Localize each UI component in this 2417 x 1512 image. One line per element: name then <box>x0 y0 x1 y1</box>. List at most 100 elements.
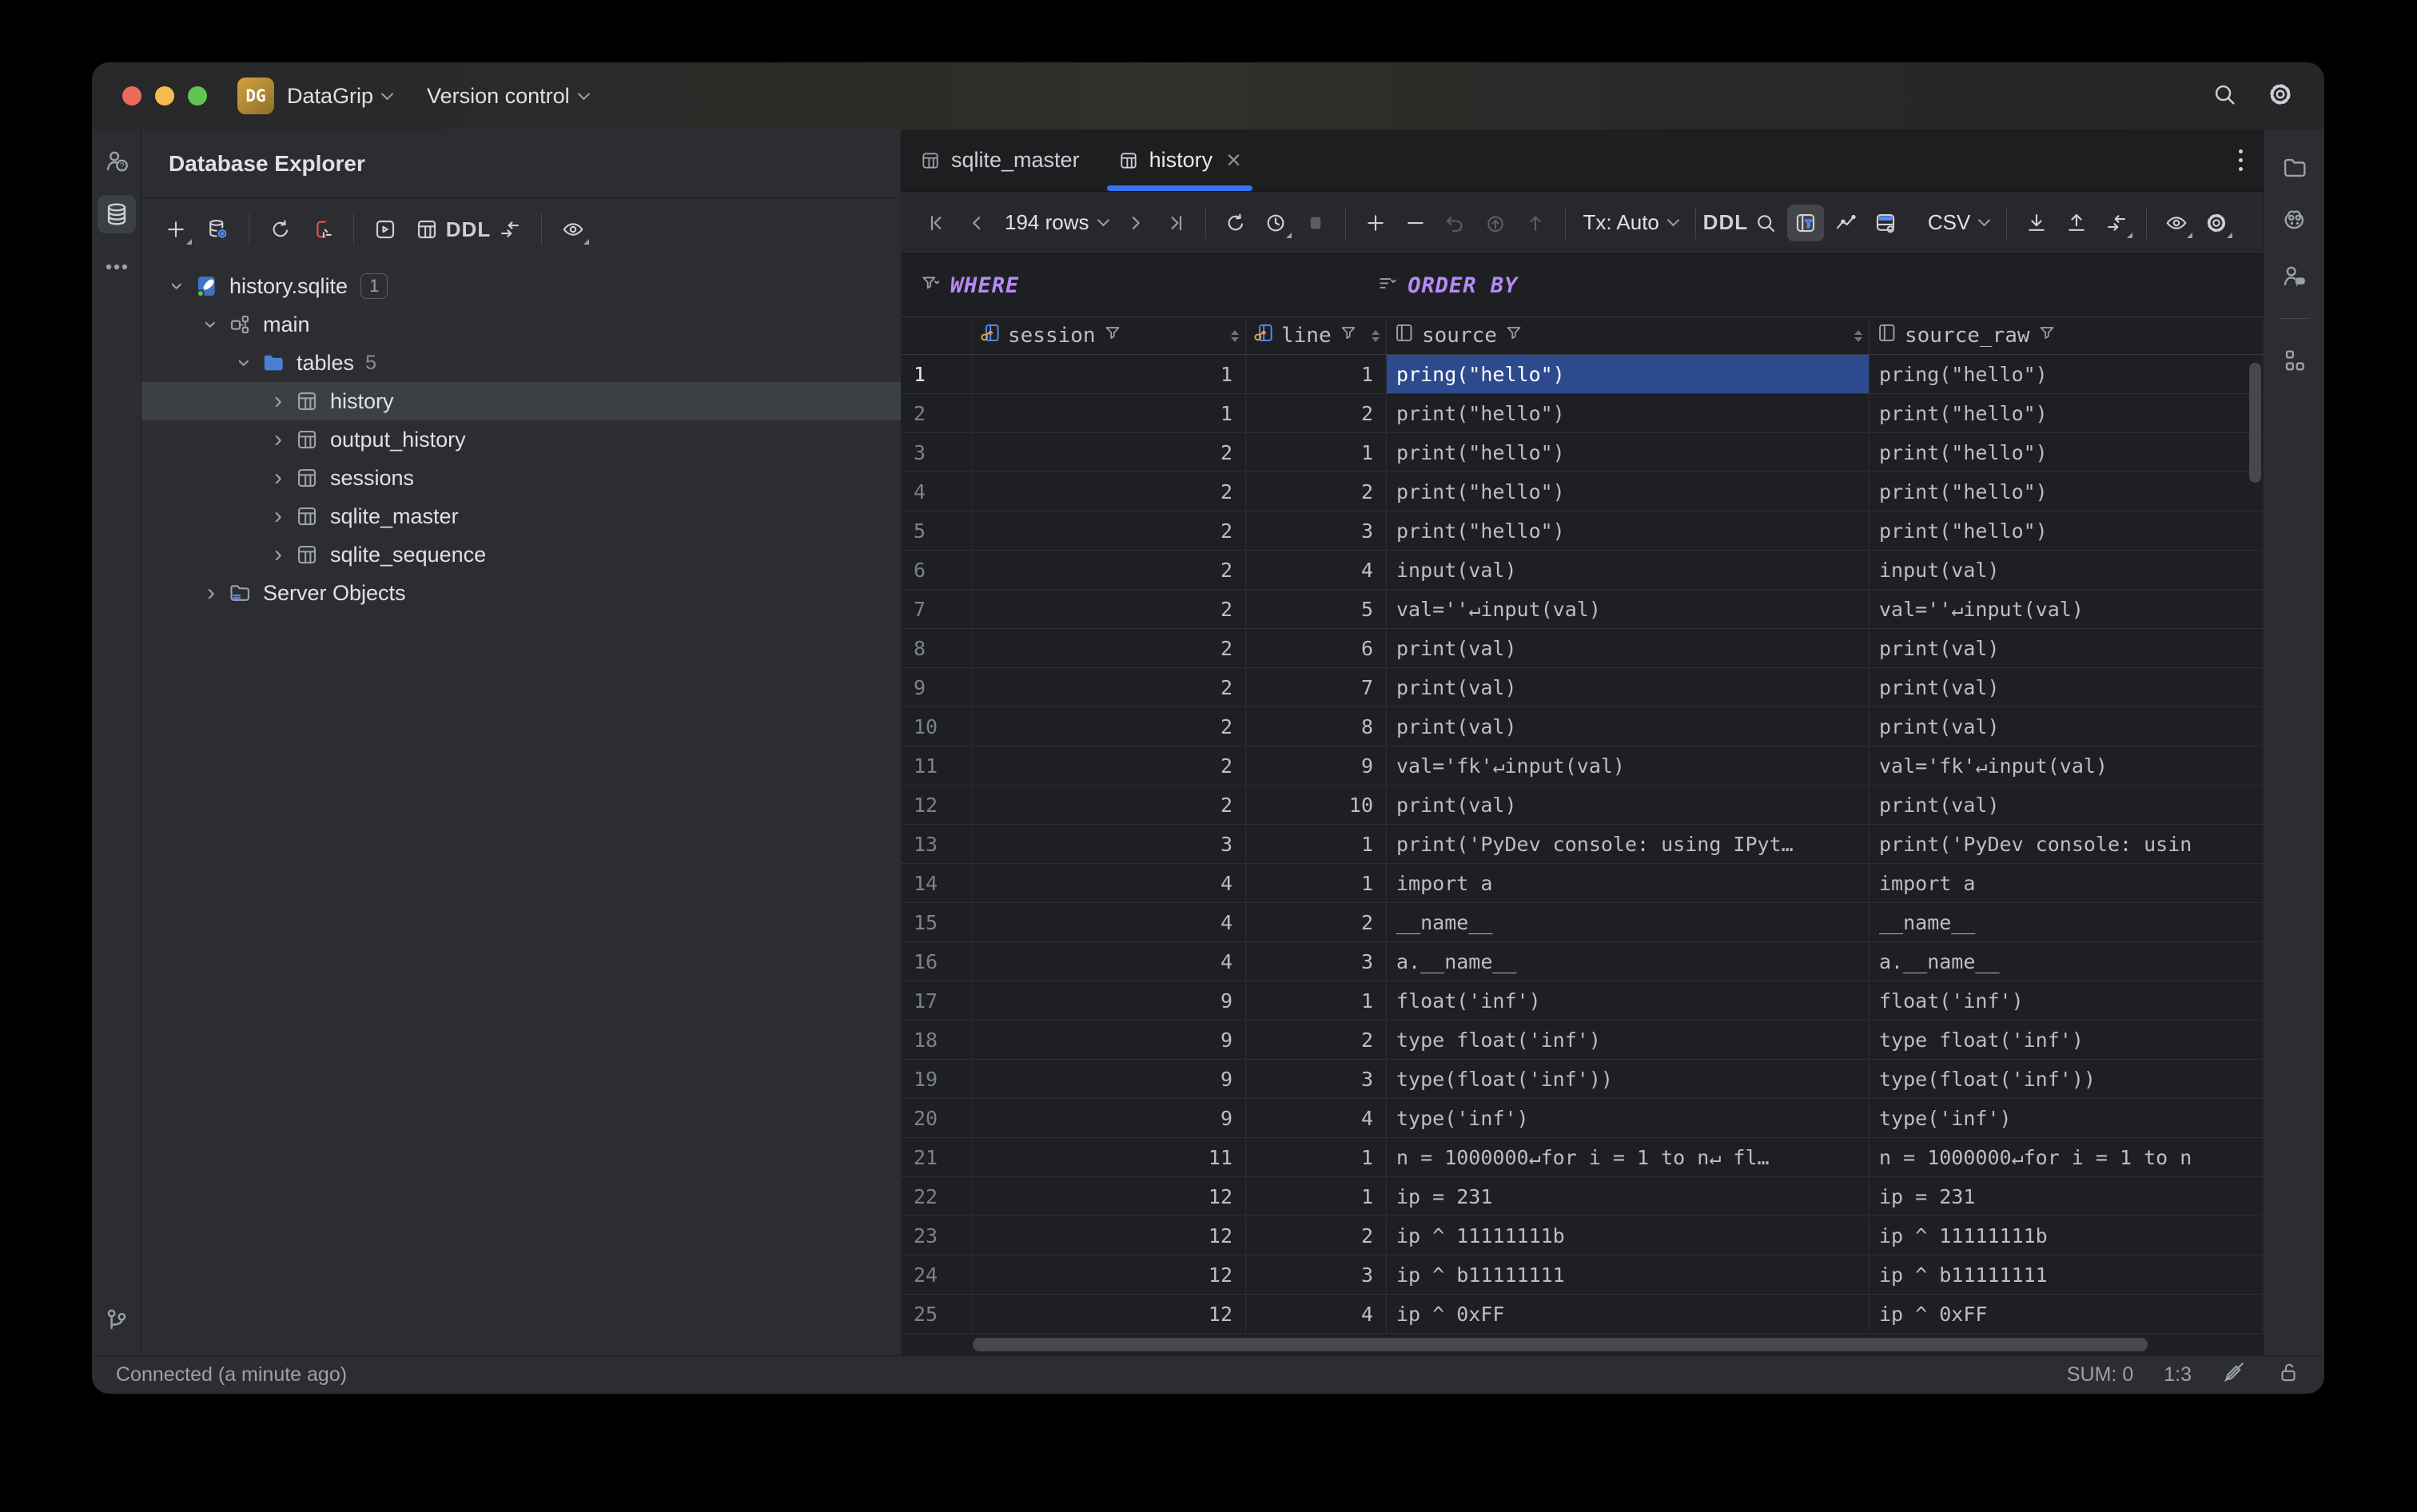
row-number[interactable]: 4 <box>901 472 973 511</box>
export-format-selector[interactable]: CSV <box>1921 210 1995 235</box>
table-row[interactable]: 927print(val)print(val) <box>901 668 2264 707</box>
cell-source-raw[interactable]: pring("hello") <box>1869 355 2264 393</box>
tree-item-tables[interactable]: ›tables5 <box>141 344 901 382</box>
ai-assistant-icon[interactable] <box>2276 203 2314 241</box>
cell-source[interactable]: n = 1000000↵for i = 1 to n↵ fl… <box>1387 1138 1869 1176</box>
cell-source[interactable]: print("hello") <box>1387 511 1869 550</box>
cell-line[interactable]: 4 <box>1246 551 1387 589</box>
row-number[interactable]: 3 <box>901 433 973 472</box>
cell-source[interactable]: print(val) <box>1387 707 1869 746</box>
kebab-icon[interactable] <box>2239 149 2243 171</box>
search-icon[interactable] <box>1747 205 1784 241</box>
cell-source-raw[interactable]: type(float('inf')) <box>1869 1060 2264 1098</box>
query-console-icon[interactable] <box>367 211 404 248</box>
connection-status[interactable]: Connected (a minute ago) <box>116 1363 347 1387</box>
refresh-icon[interactable] <box>262 211 299 248</box>
cell-source-raw[interactable]: type float('inf') <box>1869 1021 2264 1059</box>
row-number[interactable]: 25 <box>901 1295 973 1333</box>
cell-line[interactable]: 1 <box>1246 1177 1387 1216</box>
cell-line[interactable]: 3 <box>1246 511 1387 550</box>
tree-item-sqlite-sequence[interactable]: ›sqlite_sequence <box>141 535 901 574</box>
next-page-icon[interactable] <box>1117 205 1154 241</box>
table-row[interactable]: 2094type('inf')type('inf') <box>901 1099 2264 1138</box>
settings-icon[interactable] <box>2198 205 2235 241</box>
compare-icon[interactable] <box>2098 205 2135 241</box>
cell-source[interactable]: val=''↵input(val) <box>1387 590 1869 628</box>
table-row[interactable]: 23122ip ^ 11111111bip ^ 11111111b <box>901 1216 2264 1255</box>
chevron-collapsed-icon[interactable]: › <box>265 543 292 567</box>
structure-icon[interactable] <box>2276 341 2314 380</box>
cell-source[interactable]: pring("hello") <box>1387 355 1869 393</box>
reload-icon[interactable] <box>1217 205 1254 241</box>
database-explorer-toolwindow-button[interactable] <box>98 195 136 233</box>
cell-line[interactable]: 10 <box>1246 786 1387 824</box>
cell-line[interactable]: 3 <box>1246 942 1387 981</box>
ddl-label[interactable]: DDL <box>450 211 487 248</box>
cell-source-raw[interactable]: print("hello") <box>1869 511 2264 550</box>
order-by-icon[interactable] <box>1377 273 1398 297</box>
help-user-icon[interactable]: ? <box>98 142 136 181</box>
chevron-expanded-icon[interactable]: › <box>233 349 257 376</box>
datasource-settings-icon[interactable] <box>199 211 236 248</box>
where-clause[interactable]: WHERE <box>950 273 1019 298</box>
table-row[interactable]: 111pring("hello")pring("hello") <box>901 355 2264 394</box>
row-number[interactable]: 23 <box>901 1216 973 1255</box>
row-number[interactable]: 17 <box>901 981 973 1020</box>
sort-arrows-icon[interactable] <box>1372 330 1380 342</box>
undo-icon[interactable] <box>1437 205 1474 241</box>
table-row[interactable]: 12210print(val)print(val) <box>901 786 2264 825</box>
tab-sqlite-master[interactable]: sqlite_master <box>901 129 1099 191</box>
add-row-icon[interactable] <box>1357 205 1394 241</box>
cell-source[interactable]: ip ^ 0xFF <box>1387 1295 1869 1333</box>
horizontal-scrollbar[interactable] <box>973 1338 2148 1351</box>
cell-session[interactable]: 4 <box>973 942 1246 981</box>
git-branch-icon[interactable] <box>98 1301 136 1339</box>
cell-source[interactable]: ip ^ b11111111 <box>1387 1255 1869 1294</box>
filter-panel-icon[interactable] <box>1787 205 1824 241</box>
clock-icon[interactable] <box>1257 205 1294 241</box>
cell-line[interactable]: 2 <box>1246 394 1387 432</box>
gear-icon[interactable] <box>2267 81 2294 112</box>
tx-mode-selector[interactable]: Tx: Auto <box>1577 210 1684 235</box>
cell-session[interactable]: 1 <box>973 394 1246 432</box>
cell-session[interactable]: 2 <box>973 786 1246 824</box>
cell-session[interactable]: 9 <box>973 1060 1246 1098</box>
cell-source-raw[interactable]: ip = 231 <box>1869 1177 2264 1216</box>
ddl-label[interactable]: DDL <box>1707 205 1744 241</box>
cell-source[interactable]: print(val) <box>1387 668 1869 706</box>
row-number[interactable]: 15 <box>901 903 973 941</box>
chart-icon[interactable] <box>1827 205 1864 241</box>
sum-indicator[interactable]: SUM: 0 <box>2067 1363 2133 1387</box>
row-number[interactable]: 10 <box>901 707 973 746</box>
eye-icon[interactable] <box>555 211 591 248</box>
cell-line[interactable]: 1 <box>1246 1138 1387 1176</box>
cell-source[interactable]: print(val) <box>1387 629 1869 667</box>
first-page-icon[interactable] <box>918 205 955 241</box>
cell-source-raw[interactable]: print(val) <box>1869 629 2264 667</box>
stop-icon[interactable] <box>1297 205 1334 241</box>
cell-source-raw[interactable]: print("hello") <box>1869 472 2264 511</box>
cell-source[interactable]: ip ^ 11111111b <box>1387 1216 1869 1255</box>
cell-source[interactable]: print("hello") <box>1387 394 1869 432</box>
column-header-line[interactable]: line <box>1246 317 1387 354</box>
cell-source-raw[interactable]: print(val) <box>1869 707 2264 746</box>
minimize-window-button[interactable] <box>155 86 174 105</box>
cell-session[interactable]: 3 <box>973 825 1246 863</box>
cell-source[interactable]: input(val) <box>1387 551 1869 589</box>
table-row[interactable]: 725val=''↵input(val)val=''↵input(val) <box>901 590 2264 629</box>
no-edit-icon[interactable] <box>2222 1360 2246 1390</box>
cell-session[interactable]: 12 <box>973 1295 1246 1333</box>
table-row[interactable]: 1892type float('inf')type float('inf') <box>901 1021 2264 1060</box>
cell-source[interactable]: print("hello") <box>1387 472 1869 511</box>
cell-source[interactable]: print("hello") <box>1387 433 1869 472</box>
row-number[interactable]: 24 <box>901 1255 973 1294</box>
cell-source[interactable]: float('inf') <box>1387 981 1869 1020</box>
row-number[interactable]: 9 <box>901 668 973 706</box>
cell-source-raw[interactable]: ip ^ b11111111 <box>1869 1255 2264 1294</box>
cell-session[interactable]: 9 <box>973 981 1246 1020</box>
cell-source[interactable]: a.__name__ <box>1387 942 1869 981</box>
row-number[interactable]: 2 <box>901 394 973 432</box>
row-number[interactable]: 14 <box>901 864 973 902</box>
cell-session[interactable]: 2 <box>973 551 1246 589</box>
cell-line[interactable]: 9 <box>1246 746 1387 785</box>
